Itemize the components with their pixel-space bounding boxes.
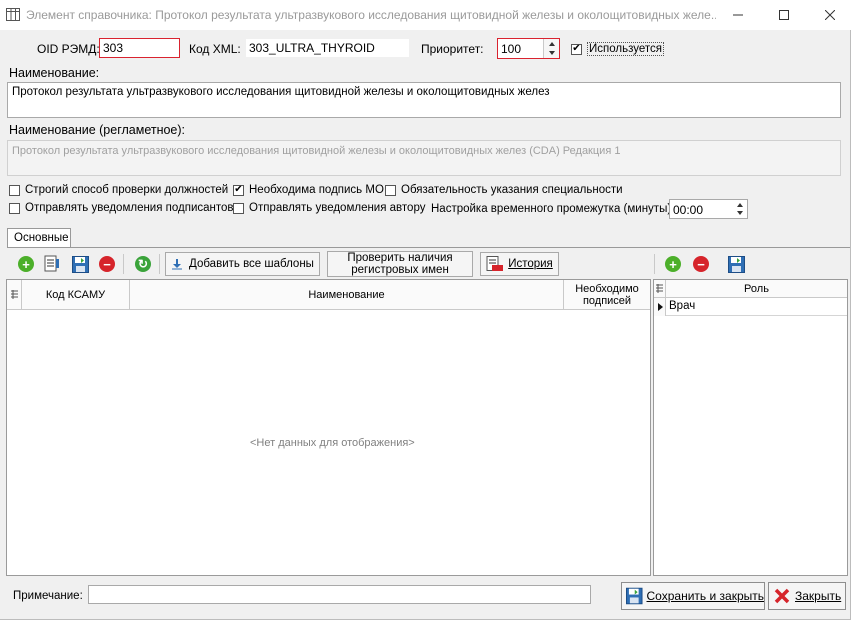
add-all-templates-button[interactable]: Добавить все шаблоны xyxy=(165,252,320,276)
grid-column-chooser[interactable] xyxy=(654,280,666,298)
column-header-code[interactable]: Код КСАМУ xyxy=(22,280,130,310)
roles-grid[interactable]: Роль Врач xyxy=(653,279,848,576)
reg-name-label: Наименование (регламетное): xyxy=(9,123,186,137)
column-header-role[interactable]: Роль xyxy=(666,280,847,298)
dialog-window: Элемент справочника: Протокол результата… xyxy=(0,0,851,620)
remove-button[interactable]: − xyxy=(96,253,118,275)
time-range-input[interactable]: 00:00 xyxy=(669,199,748,219)
table-row[interactable]: Врач xyxy=(654,298,847,316)
name-input[interactable]: Протокол результата ультразвукового иссл… xyxy=(7,82,841,118)
note-label: Примечание: xyxy=(13,590,83,602)
check-registry-button[interactable]: Проверить наличия регистровых имен xyxy=(327,251,473,277)
panel-separator xyxy=(654,254,655,274)
remove-icon: − xyxy=(693,256,709,272)
spin-down-icon[interactable] xyxy=(544,49,560,58)
templates-grid[interactable]: Код КСАМУ Наименование Необходимо подпис… xyxy=(6,279,651,576)
add-icon: + xyxy=(18,256,34,272)
strict-check-label: Строгий способ проверки должностей xyxy=(25,184,229,196)
column-chooser-icon xyxy=(656,283,663,293)
title-bar: Элемент справочника: Протокол результата… xyxy=(0,0,851,30)
column-header-name[interactable]: Наименование xyxy=(130,280,564,310)
close-icon xyxy=(825,10,835,20)
notify-author-checkbox[interactable]: Отправлять уведомления автору xyxy=(233,202,425,214)
minimize-button[interactable] xyxy=(715,0,761,30)
maximize-button[interactable] xyxy=(761,0,807,30)
notify-signers-checkbox[interactable]: Отправлять уведомления подписантов xyxy=(9,202,234,214)
row-indicator-icon xyxy=(654,298,666,316)
strict-check-box[interactable] xyxy=(9,184,20,196)
add-icon: + xyxy=(665,256,681,272)
mo-signature-box[interactable]: ✔ xyxy=(233,184,244,196)
reg-name-input[interactable]: Протокол результата ультразвукового иссл… xyxy=(7,140,841,176)
used-check-box[interactable]: ✔ xyxy=(571,43,582,55)
empty-grid-message: <Нет данных для отображения> xyxy=(250,437,415,449)
close-icon xyxy=(774,588,790,604)
notify-signers-box[interactable] xyxy=(9,202,20,214)
notify-signers-label: Отправлять уведомления подписантов xyxy=(25,202,234,214)
toolbar-separator xyxy=(123,254,124,274)
refresh-icon: ↻ xyxy=(135,256,151,272)
note-input[interactable] xyxy=(88,585,591,604)
notify-author-box[interactable] xyxy=(233,202,244,214)
save-icon xyxy=(727,255,745,273)
list-add-icon xyxy=(44,255,59,272)
column-chooser-icon xyxy=(10,289,18,299)
check-registry-label: Проверить наличия регистровых имен xyxy=(347,252,453,276)
remove-icon: − xyxy=(99,256,115,272)
toolbar-separator xyxy=(159,254,160,274)
oid-label: OID РЭМД: xyxy=(37,42,100,56)
history-label: История xyxy=(508,258,553,270)
tab-main[interactable]: Основные xyxy=(7,228,71,248)
used-label: Используется xyxy=(587,42,664,56)
save-icon xyxy=(71,255,89,273)
xml-code-input[interactable]: 303_ULTRA_THYROID xyxy=(245,38,410,58)
time-range-value: 00:00 xyxy=(673,203,704,217)
xml-code-label: Код XML: xyxy=(189,42,241,56)
role-remove-button[interactable]: − xyxy=(690,253,712,275)
grid-column-chooser[interactable] xyxy=(7,280,22,310)
history-button[interactable]: История xyxy=(480,252,559,276)
spin-up-icon[interactable] xyxy=(544,39,560,48)
window-title: Элемент справочника: Протокол результата… xyxy=(26,8,716,22)
time-range-label: Настройка временного промежутка (минуты)… xyxy=(431,203,675,215)
priority-value: 100 xyxy=(501,42,522,56)
save-button[interactable] xyxy=(69,253,91,275)
maximize-icon xyxy=(779,10,789,20)
role-save-button[interactable] xyxy=(725,253,747,275)
priority-label: Приоритет: xyxy=(421,42,484,56)
close-label: Закрыть xyxy=(795,589,842,603)
add-all-templates-label: Добавить все шаблоны xyxy=(189,258,314,270)
priority-spin-buttons[interactable] xyxy=(543,39,559,58)
specialty-required-box[interactable] xyxy=(385,184,396,196)
log-icon xyxy=(486,256,504,271)
specialty-required-label: Обязательность указания специальности xyxy=(401,184,623,196)
priority-input[interactable]: 100 xyxy=(497,38,560,59)
used-checkbox[interactable]: ✔ Используется xyxy=(571,42,664,56)
spin-up-icon[interactable] xyxy=(733,200,747,209)
tab-divider xyxy=(7,247,850,248)
close-button[interactable]: Закрыть xyxy=(768,582,846,610)
save-and-close-button[interactable]: Сохранить и закрыть xyxy=(621,582,765,610)
column-header-signatures[interactable]: Необходимо подписей xyxy=(564,280,650,310)
oid-input[interactable]: 303 xyxy=(99,38,180,58)
strict-check-checkbox[interactable]: Строгий способ проверки должностей xyxy=(9,184,228,196)
role-cell[interactable]: Врач xyxy=(669,300,695,312)
minimize-icon xyxy=(733,14,743,16)
role-add-button[interactable]: + xyxy=(662,253,684,275)
add-button[interactable]: + xyxy=(15,253,37,275)
notify-author-label: Отправлять уведомления автору xyxy=(249,202,426,214)
spin-down-icon[interactable] xyxy=(733,209,747,218)
mo-signature-checkbox[interactable]: ✔ Необходима подпись МО xyxy=(233,184,384,196)
table-icon xyxy=(6,8,20,24)
add-from-list-button[interactable] xyxy=(41,253,63,275)
download-icon xyxy=(172,259,183,270)
close-window-button[interactable] xyxy=(807,0,853,30)
save-icon xyxy=(626,587,643,605)
specialty-required-checkbox[interactable]: Обязательность указания специальности xyxy=(385,184,623,196)
mo-signature-label: Необходима подпись МО xyxy=(249,184,384,196)
name-label: Наименование: xyxy=(9,66,100,80)
refresh-button[interactable]: ↻ xyxy=(132,253,154,275)
time-spin-buttons[interactable] xyxy=(733,200,747,218)
save-and-close-label: Сохранить и закрыть xyxy=(646,589,764,603)
